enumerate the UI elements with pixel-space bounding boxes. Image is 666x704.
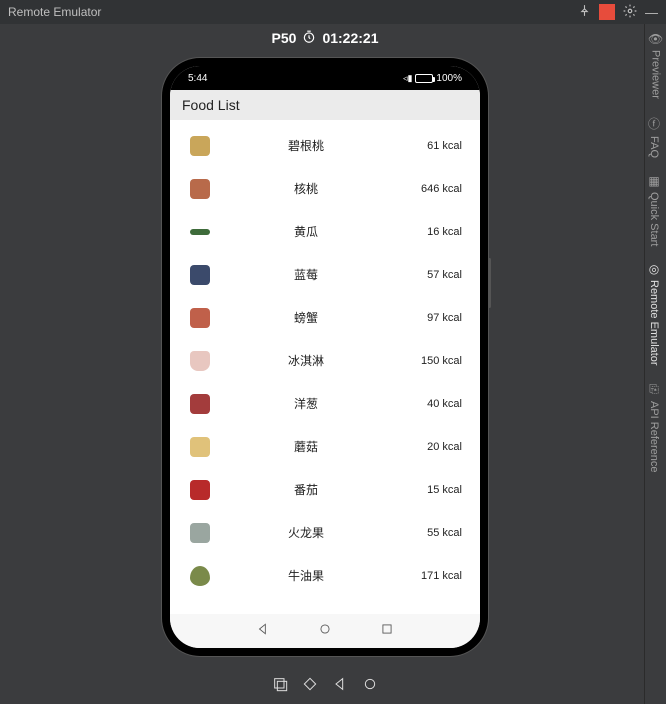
phone-screen[interactable]: 5:44 ◃▮ 100% Food List 碧根桃 61 kcal — [170, 66, 480, 648]
list-item[interactable]: 洋葱 40 kcal — [180, 382, 470, 425]
target-icon: ◎ — [649, 262, 659, 276]
home-icon[interactable] — [362, 676, 378, 692]
food-thumbnail — [190, 480, 210, 500]
food-kcal: 150 kcal — [402, 355, 462, 367]
food-thumbnail — [190, 229, 210, 235]
list-item[interactable]: 碧根桃 61 kcal — [180, 124, 470, 167]
food-name: 冰淇淋 — [210, 352, 402, 369]
side-tabs: 👁 Previewer ⓕ FAQ ▦ Quick Start ◎ Remote… — [644, 24, 666, 704]
timer-value: 01:22:21 — [322, 30, 378, 46]
food-thumbnail — [190, 265, 210, 285]
ide-topbar: Remote Emulator — — [0, 0, 666, 24]
android-navbar — [170, 614, 480, 648]
food-thumbnail — [190, 566, 210, 586]
page-title: Food List — [182, 97, 240, 113]
eye-icon: 👁 — [648, 32, 663, 46]
grid-icon: ▦ — [648, 174, 659, 188]
list-item[interactable]: 核桃 646 kcal — [180, 167, 470, 210]
food-thumbnail — [190, 351, 210, 371]
food-kcal: 16 kcal — [402, 226, 462, 238]
nav-back-icon[interactable] — [256, 622, 270, 641]
nav-home-icon[interactable] — [318, 622, 332, 641]
status-time: 5:44 — [188, 73, 207, 84]
pin-icon[interactable] — [578, 4, 591, 20]
side-tab-quickstart[interactable]: ▦ Quick Start — [645, 166, 663, 254]
app-header: Food List — [170, 90, 480, 120]
food-name: 核桃 — [210, 180, 402, 197]
food-thumbnail — [190, 308, 210, 328]
food-name: 碧根桃 — [210, 137, 402, 154]
phone-frame: 5:44 ◃▮ 100% Food List 碧根桃 61 kcal — [162, 58, 488, 656]
battery-icon — [415, 74, 433, 83]
side-tab-previewer[interactable]: 👁 Previewer — [645, 24, 666, 107]
food-thumbnail — [190, 136, 210, 156]
side-tab-api-reference[interactable]: ⎘ API Reference — [645, 374, 663, 481]
screenshot-icon[interactable] — [272, 676, 288, 692]
food-name: 蘑菇 — [210, 438, 402, 455]
food-thumbnail — [190, 523, 210, 543]
emulator-panel: P50 01:22:21 5:44 ◃▮ 100% Food List — [6, 24, 644, 704]
faq-icon: ⓕ — [648, 115, 660, 132]
food-kcal: 646 kcal — [402, 183, 462, 195]
stop-button[interactable] — [599, 4, 615, 20]
food-kcal: 57 kcal — [402, 269, 462, 281]
doc-icon: ⎘ — [649, 382, 659, 397]
rotate-icon[interactable] — [302, 676, 318, 692]
nav-recent-icon[interactable] — [380, 622, 394, 641]
list-item[interactable]: 螃蟹 97 kcal — [180, 296, 470, 339]
food-kcal: 40 kcal — [402, 398, 462, 410]
list-item[interactable]: 火龙果 55 kcal — [180, 511, 470, 554]
food-kcal: 55 kcal — [402, 527, 462, 539]
minimize-icon[interactable]: — — [645, 5, 658, 20]
food-kcal: 20 kcal — [402, 441, 462, 453]
emulator-header: P50 01:22:21 — [6, 24, 644, 52]
list-item[interactable]: 牛油果 171 kcal — [180, 554, 470, 597]
food-name: 蓝莓 — [210, 266, 402, 283]
food-kcal: 171 kcal — [402, 570, 462, 582]
signal-icon: ◃▮ — [403, 73, 412, 84]
food-thumbnail — [190, 394, 210, 414]
list-item[interactable]: 番茄 15 kcal — [180, 468, 470, 511]
side-tab-faq[interactable]: ⓕ FAQ — [645, 107, 663, 166]
back-icon[interactable] — [332, 676, 348, 692]
list-item[interactable]: 蘑菇 20 kcal — [180, 425, 470, 468]
camera-notch — [321, 72, 329, 80]
list-item[interactable]: 冰淇淋 150 kcal — [180, 339, 470, 382]
emulator-controls — [6, 676, 644, 692]
food-thumbnail — [190, 179, 210, 199]
list-item[interactable]: 黄瓜 16 kcal — [180, 210, 470, 253]
ide-title: Remote Emulator — [8, 5, 578, 19]
food-kcal: 97 kcal — [402, 312, 462, 324]
side-tab-remote-emulator[interactable]: ◎ Remote Emulator — [645, 254, 663, 374]
food-name: 番茄 — [210, 481, 402, 498]
device-label: P50 — [272, 30, 297, 46]
battery-pct: 100% — [436, 73, 462, 84]
food-thumbnail — [190, 437, 210, 457]
gear-icon[interactable] — [623, 4, 637, 21]
food-list[interactable]: 碧根桃 61 kcal 核桃 646 kcal 黄瓜 16 kcal 蓝莓 57… — [170, 120, 480, 614]
list-item[interactable]: 蓝莓 57 kcal — [180, 253, 470, 296]
food-name: 火龙果 — [210, 524, 402, 541]
volume-button — [488, 258, 491, 308]
food-kcal: 15 kcal — [402, 484, 462, 496]
food-name: 洋葱 — [210, 395, 402, 412]
food-name: 螃蟹 — [210, 309, 402, 326]
food-name: 牛油果 — [210, 567, 402, 584]
timer-icon — [302, 30, 316, 47]
food-kcal: 61 kcal — [402, 140, 462, 152]
food-name: 黄瓜 — [210, 223, 402, 240]
